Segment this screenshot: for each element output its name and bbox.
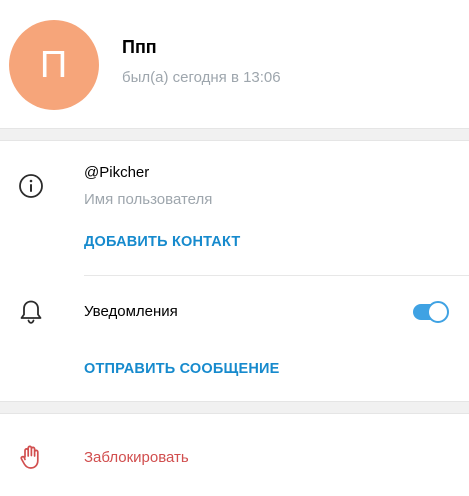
last-seen-status: был(а) сегодня в 13:06 <box>122 69 281 86</box>
send-message-button[interactable]: ОТПРАВИТЬ СООБЩЕНИЕ <box>84 361 280 377</box>
notifications-toggle[interactable] <box>413 301 449 323</box>
profile-header: П Ппп был(а) сегодня в 13:06 <box>0 0 469 131</box>
section-separator <box>0 128 469 141</box>
profile-name: Ппп <box>122 37 157 57</box>
user-profile-panel: П Ппп был(а) сегодня в 13:06 @Pikcher Им… <box>0 0 469 496</box>
username-value[interactable]: @Pikcher <box>84 164 149 181</box>
block-user-button[interactable]: Заблокировать <box>84 449 189 466</box>
notifications-label: Уведомления <box>84 303 178 320</box>
username-caption: Имя пользователя <box>84 191 213 208</box>
toggle-knob <box>427 301 449 323</box>
bell-icon <box>18 298 44 326</box>
add-contact-button[interactable]: ДОБАВИТЬ КОНТАКТ <box>84 234 240 250</box>
hand-stop-icon <box>18 443 44 471</box>
section-separator <box>0 401 469 414</box>
info-icon <box>18 173 44 199</box>
avatar[interactable]: П <box>9 20 99 110</box>
divider <box>84 275 469 276</box>
